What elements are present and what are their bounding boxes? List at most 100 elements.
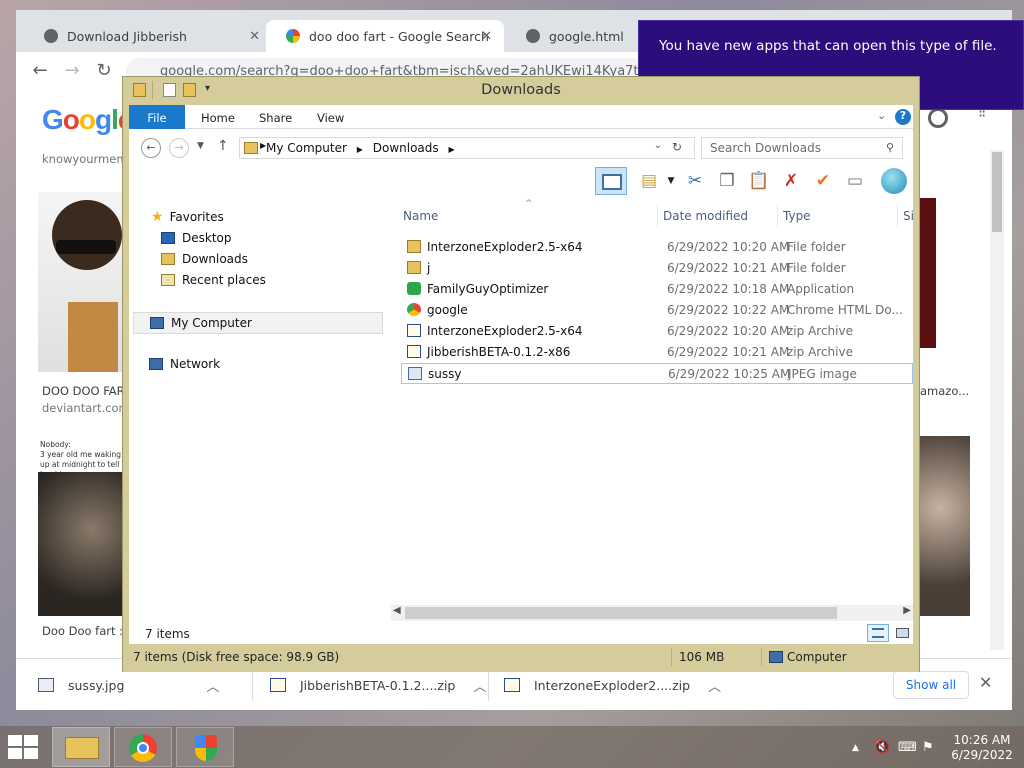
- show-hidden-icons[interactable]: ▲: [852, 743, 859, 753]
- result-site[interactable]: amazo...: [920, 384, 969, 398]
- scroll-right-icon[interactable]: ▶: [903, 605, 911, 616]
- status-summary: 7 items (Disk free space: 98.9 GB): [133, 650, 340, 664]
- download-filename: sussy.jpg: [68, 677, 125, 693]
- chevron-up-icon[interactable]: ︿: [206, 676, 219, 695]
- file-row[interactable]: j 6/29/2022 10:21 AM File folder: [401, 258, 913, 279]
- nav-network[interactable]: Network: [149, 354, 220, 374]
- file-row[interactable]: InterzoneExploder2.5-x64 6/29/2022 10:20 …: [401, 321, 913, 342]
- download-item[interactable]: sussy.jpg ︿: [38, 673, 219, 697]
- copy-icon[interactable]: ❐: [715, 169, 739, 193]
- action-center-icon[interactable]: ⚑: [922, 740, 934, 755]
- back-arrow-icon[interactable]: ←: [28, 60, 52, 81]
- nav-downloads[interactable]: Downloads: [161, 249, 248, 269]
- file-row[interactable]: sussy 6/29/2022 10:25 AM JPEG image: [401, 363, 913, 384]
- scrollbar-thumb[interactable]: [405, 607, 837, 619]
- file-name: sussy: [428, 367, 462, 381]
- tab-view[interactable]: View: [317, 105, 344, 129]
- taskbar: ▲ 🔇 ⌨ ⚑ 10:26 AM 6/29/2022: [0, 726, 1024, 768]
- checkmark-icon[interactable]: ✔: [811, 169, 835, 193]
- address-breadcrumb[interactable]: ▶ My Computer ▶ Downloads ▶ ⌄ ↻: [239, 137, 695, 159]
- google-logo[interactable]: Google: [42, 104, 133, 136]
- delete-icon[interactable]: ✗: [779, 169, 803, 193]
- forward-arrow-icon[interactable]: →: [169, 138, 189, 158]
- tab-google-search[interactable]: doo doo fart - Google Search ✕: [266, 20, 504, 52]
- recent-locations-icon[interactable]: ▼: [197, 141, 204, 151]
- tab-title: google.html: [549, 28, 624, 44]
- preview-pane-button[interactable]: [595, 167, 627, 195]
- close-icon[interactable]: ✕: [979, 673, 992, 692]
- page-scrollbar[interactable]: [990, 150, 1004, 650]
- folder-options-icon[interactable]: ▤: [637, 169, 661, 193]
- column-header-name[interactable]: Name: [403, 209, 438, 223]
- result-image-meme[interactable]: Nobody: 3 year old me waking up at midni…: [38, 436, 128, 616]
- breadcrumb-downloads[interactable]: Downloads: [373, 141, 439, 155]
- close-icon[interactable]: ✕: [481, 29, 492, 44]
- download-filename: JibberishBETA-0.1.2....zip: [300, 677, 456, 693]
- chevron-up-icon[interactable]: ︿: [708, 676, 721, 695]
- notification-text: You have new apps that can open this typ…: [659, 38, 997, 54]
- nav-my-computer[interactable]: My Computer: [133, 312, 383, 334]
- refresh-icon[interactable]: ↻: [672, 140, 682, 154]
- world-icon[interactable]: [881, 168, 907, 194]
- windows-start-button[interactable]: [8, 735, 40, 759]
- show-all-downloads-button[interactable]: Show all: [893, 671, 969, 699]
- result-site[interactable]: deviantart.com: [42, 401, 130, 415]
- details-view-button[interactable]: [867, 624, 889, 642]
- large-icons-view-button[interactable]: [891, 624, 913, 642]
- column-header-date[interactable]: Date modified: [663, 209, 748, 223]
- taskbar-security[interactable]: [176, 727, 234, 767]
- tab-download-jibberish[interactable]: Download Jibberish ✕: [24, 20, 272, 52]
- download-item[interactable]: InterzoneExploder2....zip ︿: [504, 673, 721, 697]
- reload-icon[interactable]: ↻: [92, 60, 116, 81]
- network-icon[interactable]: ⌨: [898, 740, 917, 755]
- back-arrow-icon[interactable]: ←: [141, 138, 161, 158]
- file-row[interactable]: FamilyGuyOptimizer 6/29/2022 10:18 AM Appl…: [401, 279, 913, 300]
- scrollbar-thumb[interactable]: [992, 152, 1002, 232]
- chevron-down-icon[interactable]: ▼: [659, 169, 683, 193]
- nav-favorites[interactable]: ★ Favorites: [151, 207, 224, 227]
- file-row[interactable]: InterzoneExploder2.5-x64 6/29/2022 10:20 …: [401, 237, 913, 258]
- close-icon[interactable]: ✕: [249, 29, 260, 44]
- chevron-down-icon[interactable]: ⌄: [654, 140, 662, 151]
- cut-icon[interactable]: ✂: [683, 169, 707, 193]
- up-arrow-icon[interactable]: ↑: [217, 138, 229, 154]
- help-icon[interactable]: ?: [895, 109, 911, 125]
- tab-home[interactable]: Home: [201, 105, 235, 129]
- window-title-bar[interactable]: ▾ Downloads: [123, 77, 919, 105]
- breadcrumb-my-computer[interactable]: My Computer: [266, 141, 347, 155]
- navigation-pane: ★ Favorites Desktop Downloads Recent pla…: [129, 203, 387, 633]
- column-header-size[interactable]: Si: [903, 209, 914, 223]
- system-clock[interactable]: 10:26 AM 6/29/2022: [950, 733, 1014, 763]
- result-image-cartoon[interactable]: [38, 192, 128, 372]
- taskbar-file-explorer[interactable]: [52, 727, 110, 767]
- horizontal-scrollbar[interactable]: ◀ ▶: [391, 605, 913, 621]
- search-downloads-input[interactable]: Search Downloads ⚲: [701, 137, 903, 159]
- chevron-up-icon[interactable]: ︿: [473, 676, 486, 695]
- result-image-puppet[interactable]: [920, 436, 970, 616]
- forward-arrow-icon[interactable]: →: [60, 60, 84, 81]
- column-header-type[interactable]: Type: [783, 209, 811, 223]
- nav-label: Desktop: [182, 231, 232, 245]
- result-title[interactable]: Doo Doo fart :: [42, 624, 123, 638]
- nav-desktop[interactable]: Desktop: [161, 228, 232, 248]
- file-date: 6/29/2022 10:18 AM: [667, 282, 790, 296]
- search-placeholder: Search Downloads: [710, 141, 821, 155]
- file-row[interactable]: google 6/29/2022 10:22 AM Chrome HTML Do..…: [401, 300, 913, 321]
- tab-share[interactable]: Share: [259, 105, 292, 129]
- rename-icon[interactable]: ▭: [843, 169, 867, 193]
- scroll-left-icon[interactable]: ◀: [393, 605, 401, 616]
- tab-file[interactable]: File: [129, 105, 185, 129]
- file-row[interactable]: JibberishBETA-0.1.2-x86 6/29/2022 10:21 A…: [401, 342, 913, 363]
- download-item[interactable]: JibberishBETA-0.1.2....zip ︿: [270, 673, 486, 697]
- address-row: ← → ▼ ↑ ▶ My Computer ▶ Downloads ▶ ⌄ ↻ …: [129, 133, 913, 163]
- taskbar-chrome[interactable]: [114, 727, 172, 767]
- volume-muted-icon[interactable]: 🔇: [874, 740, 890, 755]
- paste-icon[interactable]: 📋: [747, 169, 771, 193]
- nav-recent-places[interactable]: Recent places: [161, 270, 266, 290]
- ribbon-expand-icon[interactable]: ⌄: [877, 109, 886, 122]
- settings-gear-icon[interactable]: [928, 108, 948, 128]
- result-title[interactable]: DOO DOO FART: [42, 384, 131, 398]
- result-image-right[interactable]: [920, 198, 936, 348]
- tab-google-html[interactable]: google.html: [506, 20, 656, 52]
- tab-title: Download Jibberish: [67, 28, 187, 44]
